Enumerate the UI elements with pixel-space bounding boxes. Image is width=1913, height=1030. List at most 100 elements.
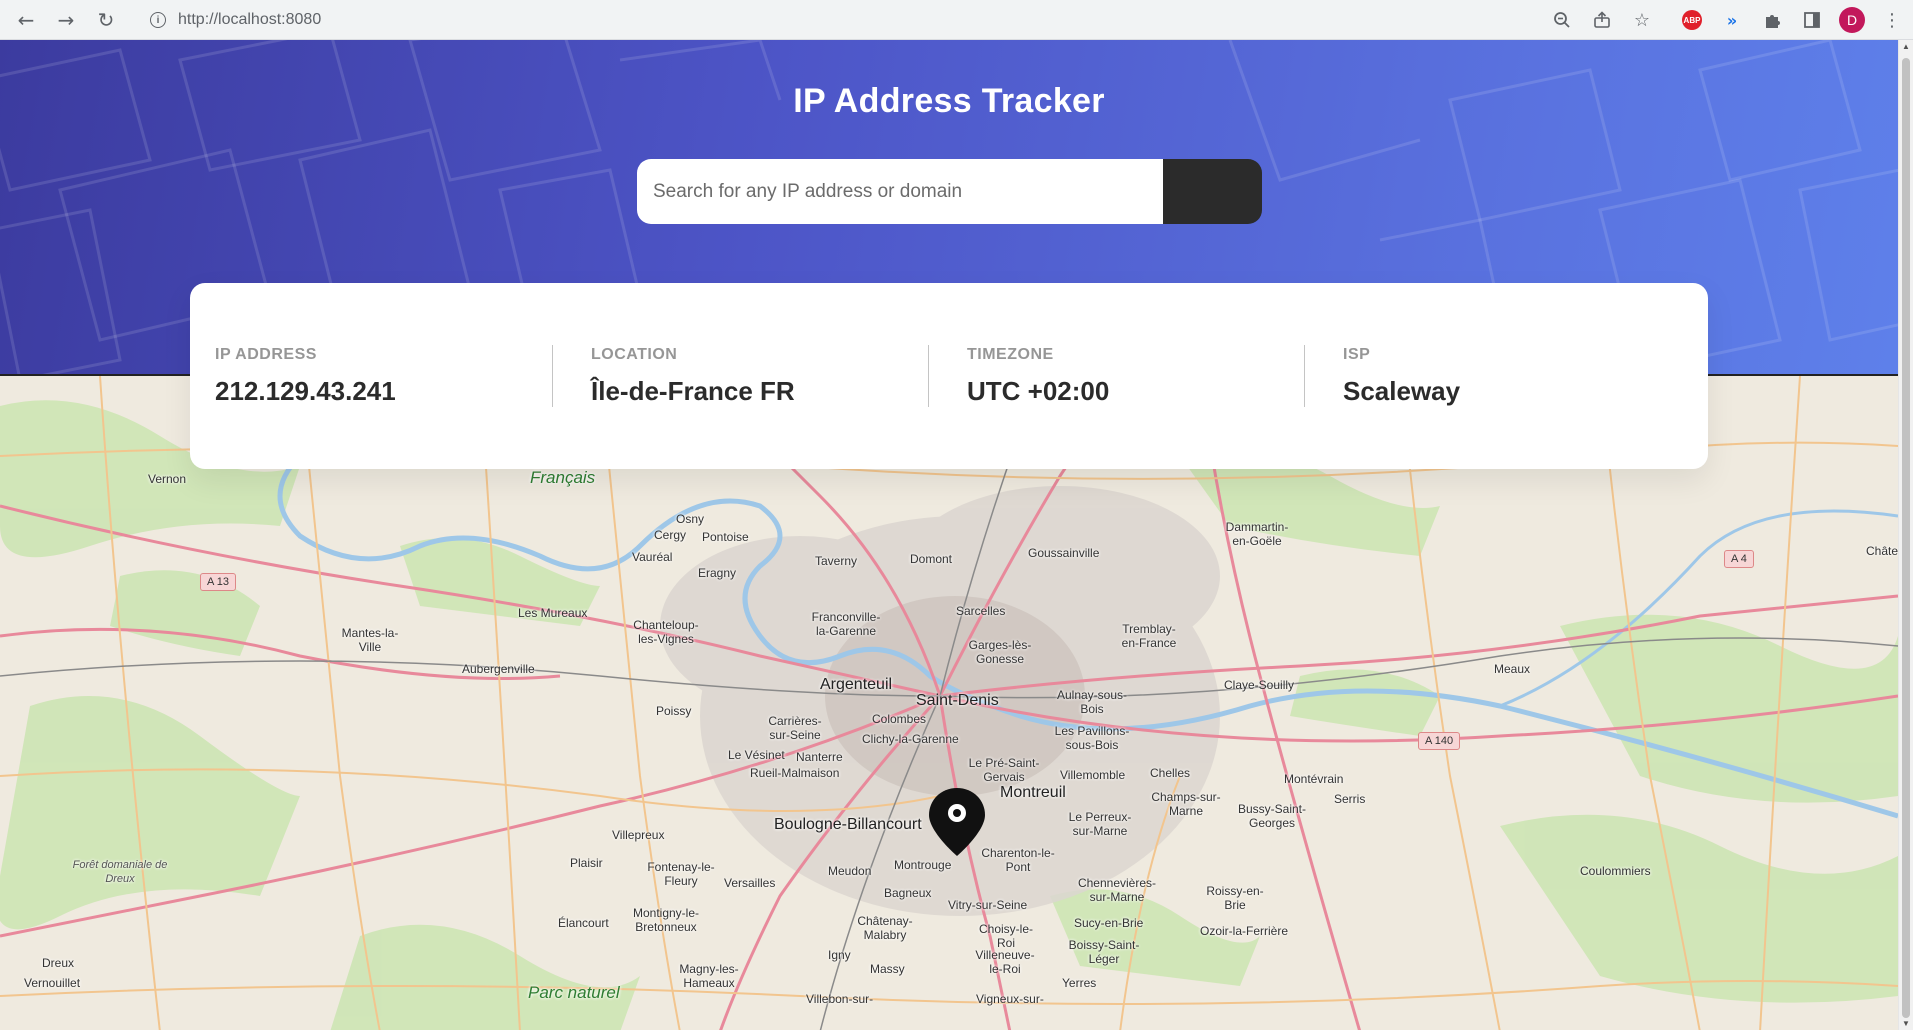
- divider: [1304, 345, 1305, 407]
- map-label: Garges-lès-Gonesse: [968, 638, 1032, 666]
- scroll-up-arrow-icon[interactable]: ▲: [1901, 42, 1911, 51]
- isp-label: ISP: [1343, 346, 1371, 363]
- map-label: Serris: [1334, 792, 1366, 806]
- map-label: Montigny-le-Bretonneux: [632, 906, 700, 934]
- map-label: Boulogne-Billancourt: [774, 816, 922, 833]
- map-label: Dammartin-en-Goële: [1225, 520, 1289, 548]
- profile-avatar[interactable]: D: [1838, 6, 1866, 34]
- chevron-right-icon: [638, 159, 650, 177]
- scroll-down-arrow-icon[interactable]: ▼: [1901, 1019, 1911, 1028]
- map-label: Villepreux: [612, 828, 665, 842]
- map-label: Goussainville: [1028, 546, 1100, 560]
- map-label: Massy: [870, 962, 905, 976]
- map-label: Montévrain: [1284, 772, 1344, 786]
- map-label: Boissy-Saint-Léger: [1068, 938, 1140, 966]
- map-label: Les Mureaux: [518, 606, 588, 620]
- ip-address-label: IP ADDRESS: [215, 346, 317, 363]
- map-label: Charenton-le-Pont: [981, 846, 1055, 874]
- map-label: Domont: [910, 552, 953, 566]
- map-label: Aulnay-sous-Bois: [1056, 688, 1128, 716]
- map-label: Les Pavillons-sous-Bois: [1054, 724, 1130, 752]
- ip-search-input[interactable]: [637, 159, 1163, 224]
- divider: [928, 345, 929, 407]
- extensions-puzzle-icon[interactable]: [1758, 6, 1786, 34]
- browser-toolbar: ← → ↻ i http://localhost:8080 ☆ ABP » D …: [0, 0, 1913, 40]
- map-label: Osny: [676, 512, 705, 526]
- map-label: Eragny: [698, 566, 737, 580]
- map-label: Vigneux-sur-: [976, 992, 1044, 1006]
- ip-address-stat: IP ADDRESS 212.129.43.241: [215, 346, 396, 410]
- side-panel-icon[interactable]: [1798, 6, 1826, 34]
- map-label: Villemomble: [1060, 768, 1126, 782]
- map-label: Le Pré-Saint-Gervais: [968, 756, 1040, 784]
- map-label: Plaisir: [570, 856, 603, 870]
- map-label: Montreuil: [1000, 784, 1066, 801]
- adblock-icon[interactable]: ABP: [1678, 6, 1706, 34]
- map-label: Meudon: [828, 864, 872, 878]
- address-bar[interactable]: i http://localhost:8080: [136, 4, 1540, 36]
- map-label: Le Perreux-sur-Marne: [1068, 810, 1132, 838]
- site-info-icon[interactable]: i: [150, 12, 166, 28]
- location-stat: LOCATION Île-de-France FR: [591, 346, 795, 410]
- isp-value: Scaleway: [1343, 376, 1461, 406]
- search-form: [637, 159, 1262, 224]
- map-view[interactable]: Vernon Français Osny Cergy Pontoise Vaur…: [0, 374, 1898, 1030]
- map-label: Rueil-Malmaison: [750, 766, 840, 780]
- zoom-icon[interactable]: [1548, 6, 1576, 34]
- map-label: Aubergenville: [462, 662, 535, 676]
- map-label: Vauréal: [632, 550, 673, 564]
- map-label: Magny-les-Hameaux: [679, 962, 739, 990]
- location-label: LOCATION: [591, 346, 678, 363]
- reload-icon[interactable]: ↻: [92, 6, 120, 34]
- map-label: Saint-Denis: [916, 692, 999, 709]
- map-label: Chennevières-sur-Marne: [1077, 876, 1157, 904]
- divider: [552, 345, 553, 407]
- timezone-stat: TIMEZONE UTC +02:00: [967, 346, 1109, 410]
- location-pin-icon[interactable]: [927, 786, 987, 858]
- map-label: Colombes: [872, 712, 927, 726]
- map-label: Champs-sur-Marne: [1151, 790, 1221, 818]
- map-label: Forêt domaniale de Dreux: [72, 859, 168, 885]
- ip-address-value: 212.129.43.241: [215, 376, 396, 406]
- map-label: Vernouillet: [24, 976, 81, 990]
- map-label: Villeneuve-le-Roi: [975, 948, 1035, 976]
- bookmark-star-icon[interactable]: ☆: [1628, 6, 1656, 34]
- map-label: Châtenay-Malabry: [857, 914, 913, 942]
- kebab-menu-icon[interactable]: ⋮: [1878, 6, 1906, 34]
- map-label: Poissy: [656, 704, 692, 718]
- extension-wave-icon[interactable]: »: [1718, 6, 1746, 34]
- map-label: Bussy-Saint-Georges: [1237, 802, 1307, 830]
- map-label: Montrouge: [894, 858, 952, 872]
- map-label: Yerres: [1062, 976, 1097, 990]
- map-label: Villebon-sur-: [806, 992, 874, 1006]
- url-text[interactable]: http://localhost:8080: [178, 11, 321, 29]
- back-arrow-icon[interactable]: ←: [12, 6, 40, 34]
- share-icon[interactable]: [1588, 6, 1616, 34]
- map-label: Nanterre: [796, 750, 843, 764]
- location-value: Île-de-France FR: [591, 376, 795, 406]
- search-submit-button[interactable]: [638, 159, 1262, 224]
- map-label: Clichy-la-Garenne: [862, 732, 959, 746]
- map-label: Pontoise: [702, 530, 749, 544]
- timezone-label: TIMEZONE: [967, 346, 1054, 363]
- map-label: Parc naturel: [528, 983, 620, 1002]
- timezone-value: UTC +02:00: [967, 376, 1110, 406]
- map-label: Chanteloup-les-Vignes: [633, 618, 699, 646]
- forward-arrow-icon[interactable]: →: [52, 6, 80, 34]
- map-label: Meaux: [1494, 662, 1531, 676]
- map-label: Le Vésinet: [728, 748, 785, 762]
- map-label: Igny: [828, 948, 851, 962]
- road-shield: A 13: [200, 573, 237, 591]
- map-label: Dreux: [42, 956, 75, 970]
- map-label: Élancourt: [558, 916, 609, 930]
- map-label: Vitry-sur-Seine: [948, 898, 1028, 912]
- map-label: Choisy-le-Roi: [978, 922, 1033, 950]
- page-scrollbar[interactable]: ▲ ▼: [1898, 40, 1913, 1030]
- map-label: Sarcelles: [956, 604, 1006, 618]
- map-label: Fontenay-le-Fleury: [647, 860, 715, 888]
- map-label: Roissy-en-Brie: [1206, 884, 1264, 912]
- scrollbar-thumb[interactable]: [1902, 58, 1910, 1018]
- map-label: Carrières-sur-Seine: [768, 714, 822, 742]
- ip-info-card: IP ADDRESS 212.129.43.241 LOCATION Île-d…: [190, 283, 1708, 469]
- map-label: Vernon: [148, 472, 187, 486]
